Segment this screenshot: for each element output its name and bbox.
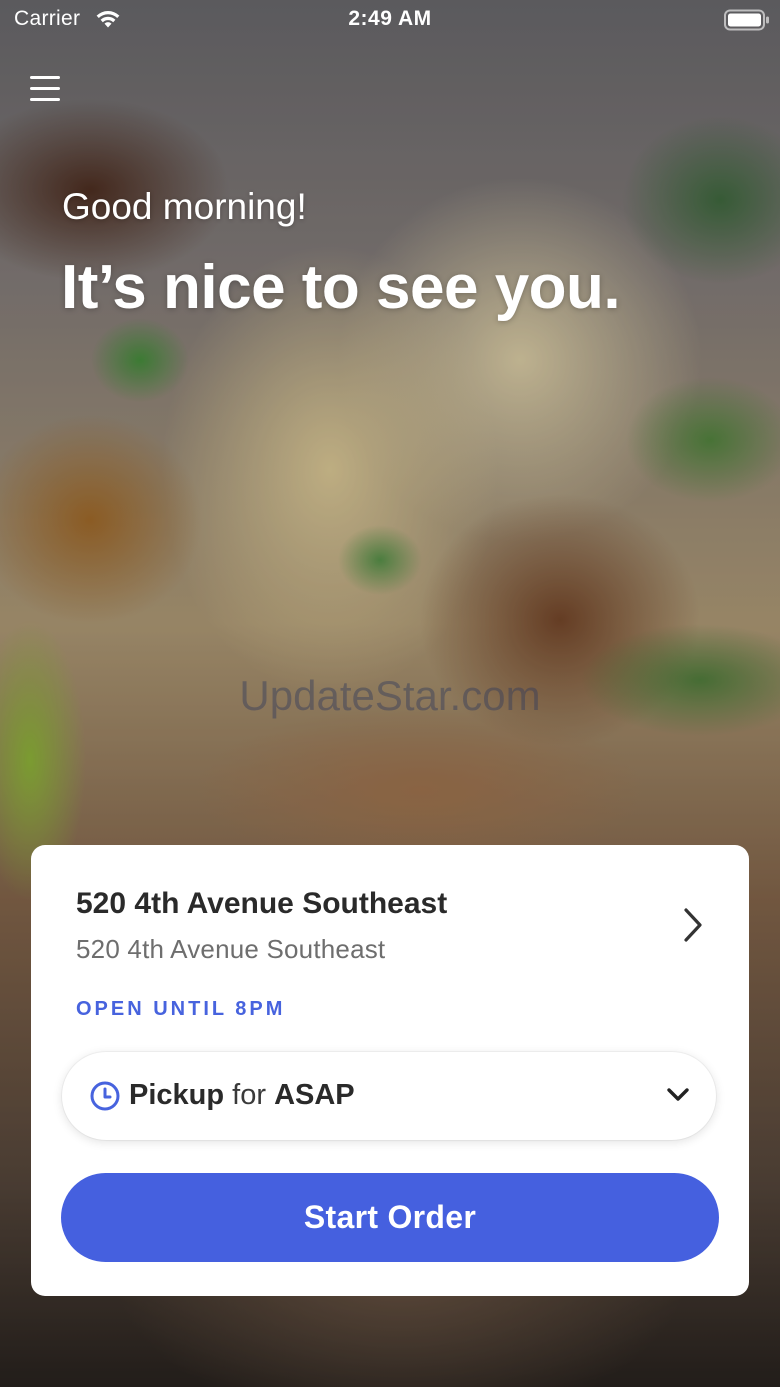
watermark: UpdateStar.com: [239, 672, 541, 719]
clock-icon: [90, 1081, 120, 1111]
order-mode-label: Pickup for ASAP: [129, 1079, 355, 1112]
store-hours: OPEN UNTIL 8PM: [76, 998, 286, 1020]
start-order-button[interactable]: Start Order: [61, 1173, 719, 1262]
status-bar: Carrier 2:49 AM: [0, 0, 780, 40]
clock-time: 2:49 AM: [348, 7, 432, 30]
store-card: 520 4th Avenue Southeast 520 4th Avenue …: [31, 845, 749, 1296]
order-mode-time: ASAP: [274, 1079, 355, 1111]
store-name[interactable]: 520 4th Avenue Southeast: [76, 887, 447, 921]
order-mode-selector[interactable]: Pickup for ASAP: [62, 1052, 716, 1140]
order-mode-connector: for: [232, 1079, 266, 1111]
order-mode-type: Pickup: [129, 1079, 225, 1111]
chevron-down-icon: [667, 1088, 689, 1101]
battery-icon: [724, 9, 769, 31]
hamburger-menu-icon[interactable]: [28, 72, 64, 106]
chevron-right-icon[interactable]: [681, 907, 705, 943]
store-address: 520 4th Avenue Southeast: [76, 934, 386, 964]
welcome-headline: It’s nice to see you.: [61, 253, 621, 322]
greeting-text: Good morning!: [62, 186, 307, 227]
